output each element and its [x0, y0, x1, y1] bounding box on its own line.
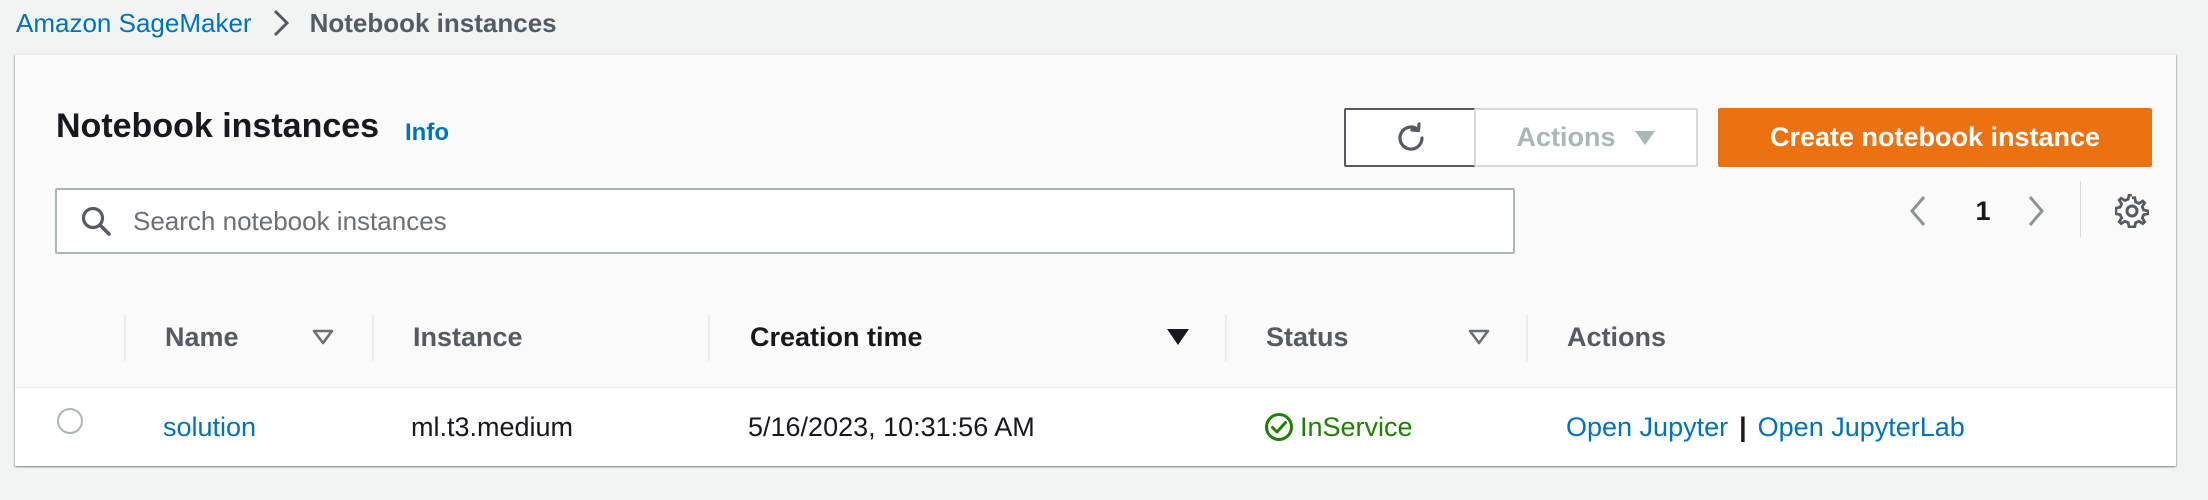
open-jupyter-link[interactable]: Open Jupyter	[1566, 412, 1728, 443]
check-circle-icon	[1264, 412, 1294, 442]
open-jupyterlab-link[interactable]: Open JupyterLab	[1758, 412, 1965, 443]
notebook-instances-panel: Notebook instances Info Actions Create n…	[15, 54, 2176, 466]
actions-dropdown-button[interactable]: Actions	[1474, 108, 1698, 167]
column-header-name[interactable]: Name	[165, 287, 239, 387]
column-separator	[708, 315, 710, 361]
search-input[interactable]	[131, 204, 1475, 238]
sort-descending-icon[interactable]	[1166, 287, 1190, 387]
pagination-page-1[interactable]: 1	[1963, 191, 2003, 231]
refresh-icon	[1393, 120, 1429, 156]
preferences-button[interactable]	[2114, 193, 2150, 229]
sort-name-icon[interactable]	[312, 287, 334, 387]
column-separator	[1225, 315, 1227, 361]
pagination-next-button[interactable]	[2019, 191, 2053, 231]
actions-label: Actions	[1516, 122, 1616, 152]
chevron-right-icon	[2026, 194, 2046, 228]
column-separator	[124, 315, 126, 361]
refresh-button[interactable]	[1344, 108, 1477, 167]
search-icon	[79, 204, 113, 238]
chevron-right-icon	[264, 6, 298, 40]
instance-type: ml.t3.medium	[411, 411, 574, 442]
action-separator: |	[1739, 411, 1747, 442]
search-box	[55, 188, 1515, 254]
breadcrumb-current: Notebook instances	[309, 7, 557, 38]
table-header: Name Instance Creation time Status Actio…	[15, 287, 2176, 388]
column-header-creation-time[interactable]: Creation time	[750, 287, 923, 387]
info-link[interactable]: Info	[405, 119, 449, 147]
page-title: Notebook instances	[56, 107, 380, 145]
breadcrumb: Amazon SageMaker Notebook instances	[16, 6, 557, 40]
create-notebook-instance-button[interactable]: Create notebook instance	[1718, 108, 2152, 167]
pagination-previous-button[interactable]	[1901, 191, 1935, 231]
instance-name-link[interactable]: solution	[163, 388, 256, 466]
row-select-radio[interactable]	[57, 408, 83, 434]
panel-header: Notebook instances Info Actions Create n…	[15, 55, 2176, 288]
column-header-status[interactable]: Status	[1266, 287, 1349, 387]
sort-status-icon[interactable]	[1468, 287, 1490, 387]
status-badge: InService	[1264, 388, 1413, 466]
caret-down-icon	[1634, 130, 1656, 146]
creation-time: 5/16/2023, 10:31:56 AM	[748, 411, 1035, 442]
table-row[interactable]: solution ml.t3.medium 5/16/2023, 10:31:5…	[15, 388, 2176, 466]
status-text: InService	[1300, 411, 1413, 442]
column-separator	[1526, 315, 1528, 361]
breadcrumb-link-sagemaker[interactable]: Amazon SageMaker	[16, 8, 252, 39]
chevron-left-icon	[1908, 194, 1928, 228]
row-actions: Open Jupyter | Open JupyterLab	[1566, 388, 1965, 466]
column-header-instance: Instance	[413, 321, 523, 352]
column-header-actions: Actions	[1567, 321, 1667, 352]
column-separator	[372, 315, 374, 361]
pagination-divider	[2080, 181, 2081, 237]
gear-icon	[2115, 194, 2149, 228]
